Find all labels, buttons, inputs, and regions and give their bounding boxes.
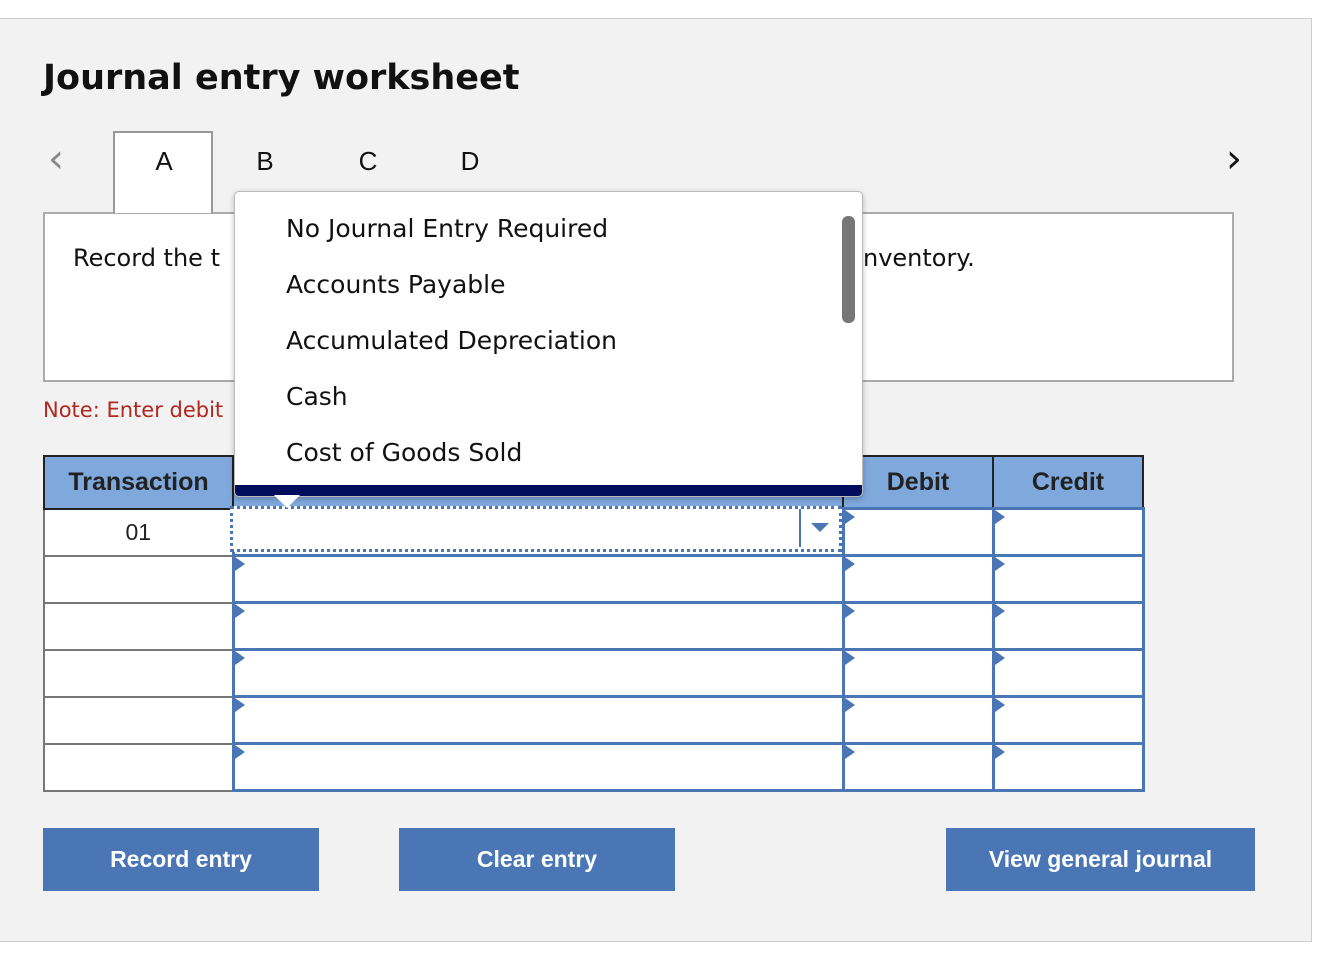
dropdown-option[interactable]: No Journal Entry Required [286,214,608,243]
header-transaction: Transaction [43,455,234,510]
cell-marker-icon [994,698,1005,712]
cell-marker-icon [994,510,1005,524]
debit-input[interactable] [841,695,995,745]
header-credit: Credit [992,455,1144,510]
cell-marker-icon [234,698,245,712]
cell-marker-icon [844,557,855,571]
table-row [43,601,1145,651]
caret-down-icon[interactable] [811,523,829,532]
cell-marker-icon [234,604,245,618]
cell-marker-icon [844,698,855,712]
header-debit: Debit [842,455,994,510]
debit-input[interactable] [841,648,995,698]
select-divider [799,509,801,547]
account-cell[interactable] [231,601,845,651]
debit-input[interactable] [841,742,995,792]
dropdown-bottom-bar [235,485,862,496]
debit-input[interactable] [841,554,995,604]
account-cell[interactable] [231,742,845,792]
cell-marker-icon [234,651,245,665]
dropdown-option[interactable]: Accounts Payable [286,270,506,299]
transaction-cell: 01 [43,507,234,557]
credit-input[interactable] [991,601,1145,651]
view-general-journal-button[interactable]: View general journal [946,828,1255,891]
clear-entry-button[interactable]: Clear entry [399,828,675,891]
dropdown-pointer [274,495,300,508]
cell-marker-icon [994,745,1005,759]
cell-marker-icon [994,651,1005,665]
record-entry-button[interactable]: Record entry [43,828,319,891]
credit-input[interactable] [991,648,1145,698]
account-select[interactable] [230,506,842,552]
chevron-left-icon[interactable]: ‹ [48,136,64,182]
credit-input[interactable] [991,742,1145,792]
account-dropdown: No Journal Entry Required Accounts Payab… [234,191,863,497]
cell-marker-icon [844,651,855,665]
instruction-text-end: nventory. [863,244,975,272]
account-cell[interactable] [231,554,845,604]
tab-c[interactable]: C [338,146,398,177]
transaction-cell [43,648,234,698]
table-row [43,554,1145,604]
transaction-cell [43,601,234,651]
dropdown-option[interactable]: Accumulated Depreciation [286,326,617,355]
account-cell[interactable] [231,695,845,745]
cell-marker-icon [994,557,1005,571]
dropdown-option[interactable]: Cash [286,382,348,411]
debit-input[interactable] [841,507,995,557]
cell-marker-icon [994,604,1005,618]
tab-a-label[interactable]: A [134,146,194,177]
credit-input[interactable] [991,695,1145,745]
cell-marker-icon [844,745,855,759]
note-text: Note: Enter debit [43,398,224,422]
cell-marker-icon [234,745,245,759]
credit-input[interactable] [991,554,1145,604]
debit-input[interactable] [841,601,995,651]
tab-b[interactable]: B [235,146,295,177]
credit-input[interactable] [991,507,1145,557]
transaction-cell [43,742,234,792]
instruction-text: Record the t [73,244,220,272]
cell-marker-icon [234,557,245,571]
dropdown-option[interactable]: Cost of Goods Sold [286,438,522,467]
page-title: Journal entry worksheet [43,58,520,98]
transaction-cell [43,695,234,745]
transaction-cell [43,554,234,604]
cell-marker-icon [844,510,855,524]
tab-d[interactable]: D [440,146,500,177]
chevron-right-icon[interactable]: › [1226,136,1242,182]
account-cell[interactable] [231,648,845,698]
cell-marker-icon [844,604,855,618]
table-row [43,695,1145,745]
dropdown-scrollbar[interactable] [842,216,855,323]
table-row [43,742,1145,792]
table-row [43,648,1145,698]
